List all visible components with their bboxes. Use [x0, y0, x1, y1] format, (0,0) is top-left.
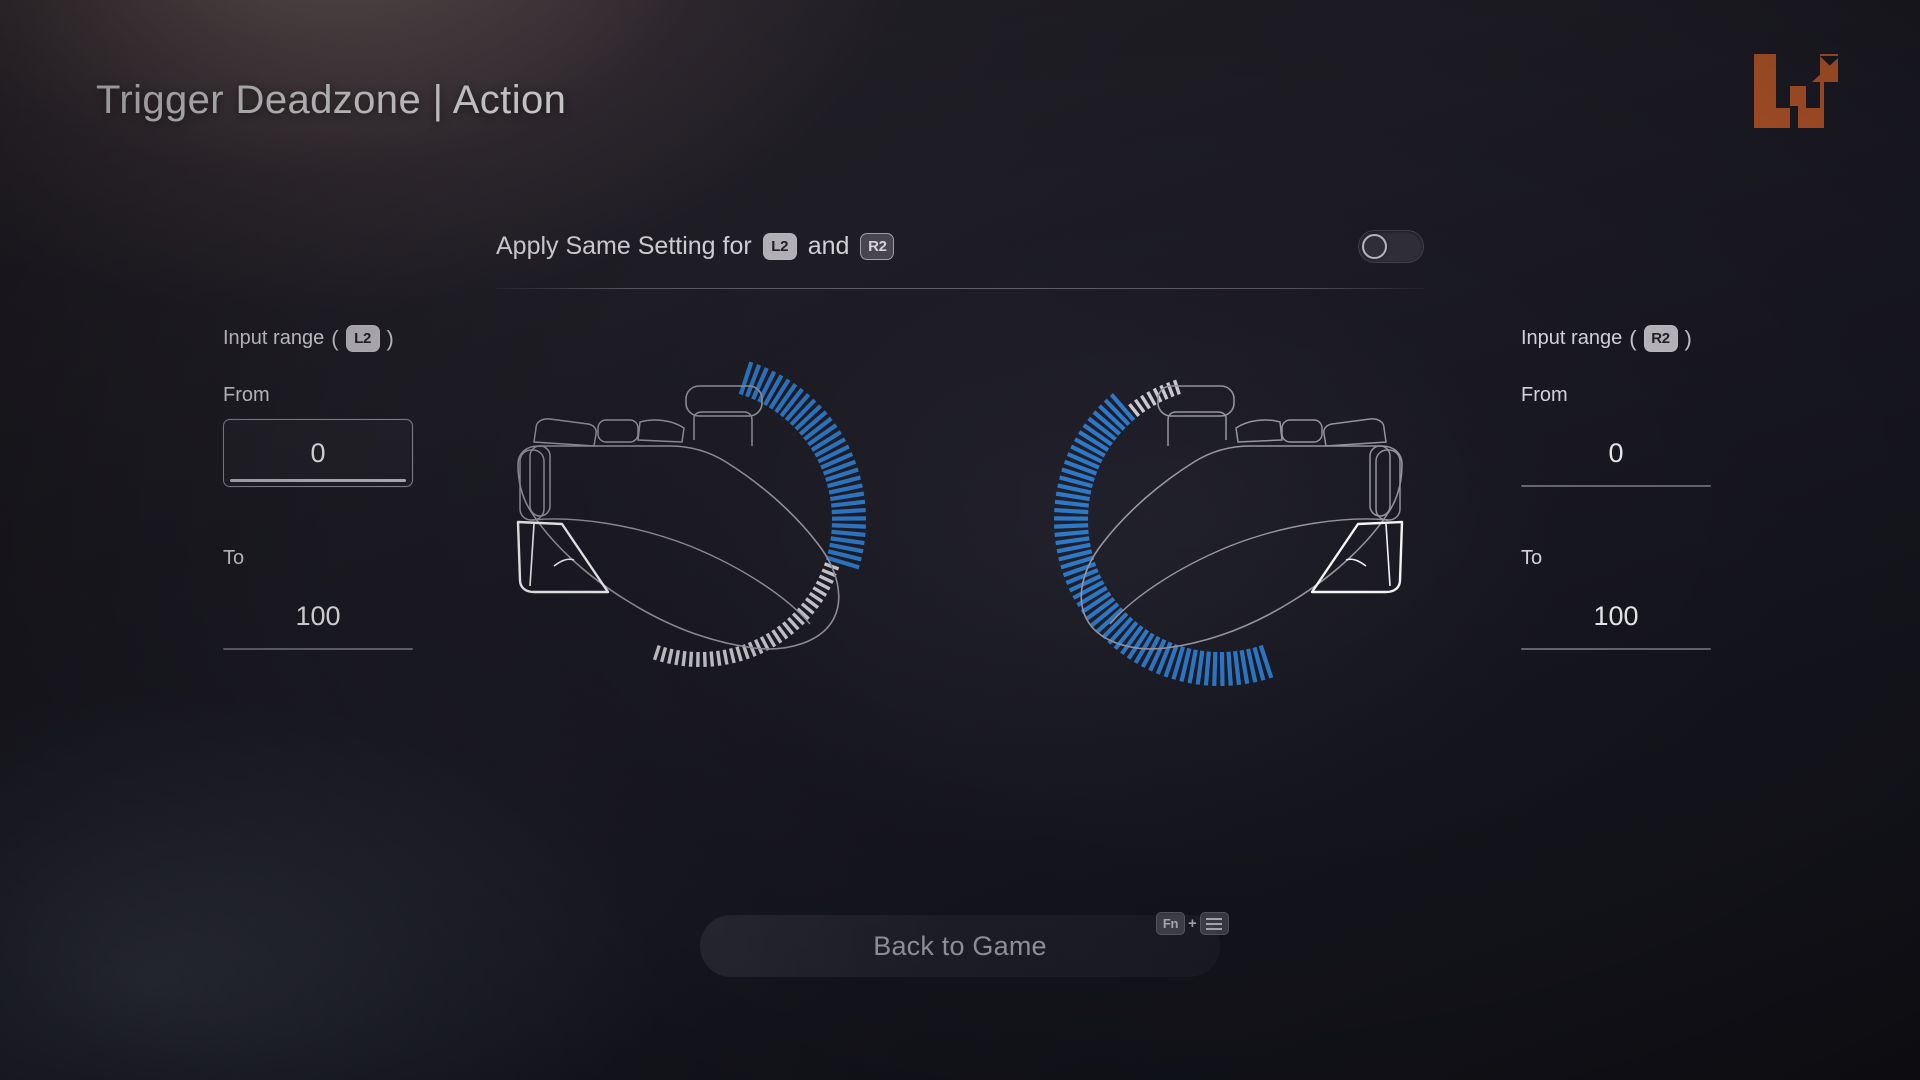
apply-same-setting-row: Apply Same Setting for L2 and R2 [496, 215, 1424, 277]
controller-silhouette-right [1080, 385, 1404, 650]
back-to-game-button[interactable]: Back to Game [700, 915, 1220, 977]
apply-label-text: Apply Same Setting for [496, 231, 752, 260]
from-label-l2: From [223, 384, 270, 406]
from-input-r2[interactable]: 0 [1521, 419, 1711, 487]
input-range-label-l2: Input range [223, 327, 325, 349]
to-underline-l2 [223, 648, 413, 650]
trigger-deadzone-screen: Trigger Deadzone | Action Apply Same Set… [0, 0, 1920, 1080]
r2-key-badge: R2 [860, 232, 895, 260]
l2-key-badge-heading: L2 [345, 325, 380, 352]
from-value-l2: 0 [310, 437, 326, 468]
from-label-r2: From [1521, 384, 1568, 406]
l2-key-badge: L2 [762, 232, 797, 260]
toggle-knob [1362, 233, 1387, 259]
input-range-label-r2: Input range [1521, 327, 1623, 349]
input-range-panel-l2: Input range ( L2 ) From 0 To 100 [223, 325, 413, 650]
wootility-w-logo-icon [1750, 52, 1842, 130]
section-divider [496, 288, 1424, 289]
from-input-l2[interactable]: 0 [223, 419, 413, 487]
from-underline-l2 [230, 479, 406, 482]
fn-key-badge: Fn [1156, 912, 1185, 935]
input-range-panel-r2: Input range ( R2 ) From 0 To 100 [1521, 325, 1711, 650]
r2-key-badge-heading: R2 [1643, 325, 1678, 352]
menu-icon [1199, 912, 1229, 935]
paren-close-r2: ) [1684, 325, 1692, 351]
controller-silhouette-left [516, 385, 840, 650]
field-spacer-r2 [1521, 487, 1711, 547]
apply-same-setting-toggle[interactable] [1358, 229, 1424, 263]
back-to-game-label: Back to Game [873, 930, 1047, 961]
input-range-heading-r2: Input range ( R2 ) [1521, 325, 1711, 352]
to-value-l2: 100 [295, 600, 341, 631]
field-spacer-l2 [223, 487, 413, 547]
paren-open-l2: ( [331, 325, 339, 351]
apply-label-conjunction: and [807, 231, 850, 260]
input-range-heading-l2: Input range ( L2 ) [223, 325, 413, 352]
controller-gauge-graphic [430, 340, 1490, 700]
apply-same-setting-label: Apply Same Setting for L2 and R2 [496, 231, 895, 261]
from-underline-r2 [1521, 485, 1711, 487]
from-value-r2: 0 [1608, 437, 1624, 468]
shortcut-hint: Fn + [1156, 912, 1229, 935]
to-underline-r2 [1521, 648, 1711, 650]
to-input-r2[interactable]: 100 [1521, 582, 1711, 650]
to-input-l2[interactable]: 100 [223, 582, 413, 650]
to-label-l2: To [223, 547, 245, 569]
plus-sign: + [1188, 915, 1197, 932]
to-value-r2: 100 [1593, 600, 1639, 631]
paren-close-l2: ) [386, 325, 394, 351]
page-title: Trigger Deadzone | Action [96, 78, 567, 122]
paren-open-r2: ( [1629, 325, 1637, 351]
to-label-r2: To [1521, 547, 1543, 569]
